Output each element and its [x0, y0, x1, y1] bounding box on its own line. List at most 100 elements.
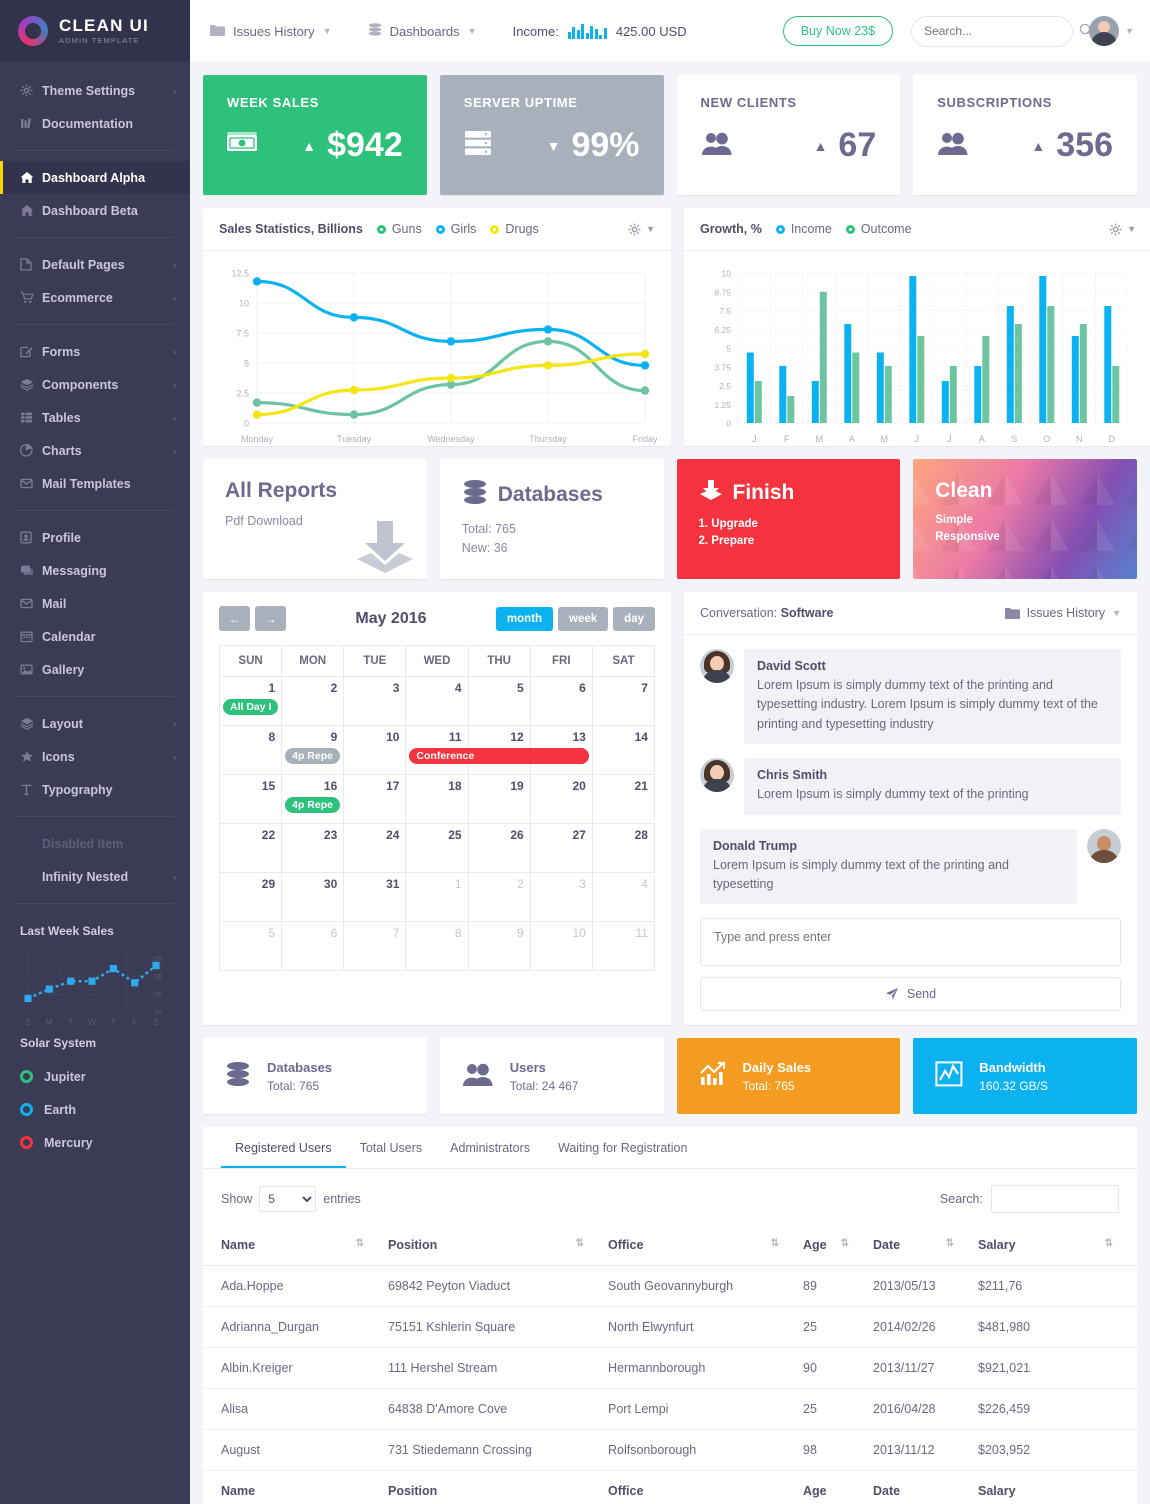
- topbar-issues-history[interactable]: Issues History ▼: [210, 24, 332, 39]
- calendar-day-cell[interactable]: 21: [592, 775, 654, 824]
- legend-item-drugs[interactable]: Drugs: [490, 222, 539, 236]
- calendar-day-cell[interactable]: 15: [220, 775, 283, 824]
- sidebar-item-profile[interactable]: Profile: [0, 521, 190, 554]
- calendar-day-cell[interactable]: 10: [344, 726, 407, 775]
- calendar-day-cell[interactable]: 31: [344, 873, 407, 922]
- column-header-office[interactable]: Office ⇅: [608, 1225, 803, 1267]
- calendar-day-cell[interactable]: 4: [406, 677, 469, 726]
- calendar-day-cell[interactable]: 24: [344, 824, 407, 873]
- sidebar-item-documentation[interactable]: Documentation: [0, 107, 190, 140]
- tile-clean[interactable]: Clean Simple Responsive: [913, 459, 1137, 579]
- sidebar-item-ecommerce[interactable]: Ecommerce ›: [0, 281, 190, 314]
- tab-registered-users[interactable]: Registered Users: [221, 1127, 346, 1169]
- legend-item-guns[interactable]: Guns: [376, 222, 422, 236]
- sidebar-item-components[interactable]: Components ›: [0, 368, 190, 401]
- sidebar-item-messaging[interactable]: Messaging: [0, 554, 190, 587]
- calendar-day-cell[interactable]: 11 Conference: [406, 726, 590, 775]
- calendar-day-cell[interactable]: 8: [220, 726, 283, 775]
- sidebar-item-icons[interactable]: Icons ›: [0, 740, 190, 773]
- calendar-day-cell[interactable]: 3: [530, 873, 593, 922]
- sidebar-item-calendar[interactable]: Calendar: [0, 620, 190, 653]
- calendar-event[interactable]: Conference: [409, 748, 590, 764]
- solar-system-item-earth[interactable]: Earth: [20, 1093, 174, 1126]
- brand-logo[interactable]: CLEAN UI ADMIN TEMPLATE: [0, 0, 190, 62]
- sidebar-item-default-pages[interactable]: Default Pages ›: [0, 248, 190, 281]
- calendar-day-cell[interactable]: 28: [592, 824, 654, 873]
- tile-finish[interactable]: Finish 1. Upgrade 2. Prepare: [676, 459, 901, 579]
- column-header-age[interactable]: Age ⇅: [803, 1225, 873, 1267]
- sidebar-item-theme-settings[interactable]: Theme Settings ›: [0, 74, 190, 107]
- calendar-day-cell[interactable]: 30: [282, 873, 345, 922]
- solar-system-item-jupiter[interactable]: Jupiter: [20, 1060, 174, 1093]
- calendar-day-cell[interactable]: 6: [282, 922, 345, 971]
- stat-card-bandwidth[interactable]: Bandwidth 160.32 GB/S: [913, 1038, 1137, 1115]
- topbar-dashboards[interactable]: Dashboards ▼: [368, 23, 477, 39]
- growth-settings[interactable]: ▼: [1109, 223, 1136, 236]
- calendar-day-cell[interactable]: 14: [592, 726, 654, 775]
- calendar-view-month[interactable]: month: [495, 606, 554, 631]
- sidebar-item-typography[interactable]: Typography: [0, 773, 190, 806]
- calendar-day-cell[interactable]: 11: [592, 922, 654, 971]
- sidebar-item-layout[interactable]: Layout ›: [0, 707, 190, 740]
- column-header-name[interactable]: Name ⇅: [203, 1225, 388, 1267]
- table-row[interactable]: Adrianna_Durgan 75151 Kshlerin Square Nort…: [203, 1306, 1137, 1349]
- calendar-day-cell[interactable]: 19: [468, 775, 531, 824]
- sidebar-item-charts[interactable]: Charts ›: [0, 434, 190, 467]
- tab-total-users[interactable]: Total Users: [346, 1127, 437, 1168]
- calendar-day-cell[interactable]: 1 All Day I: [220, 677, 283, 726]
- column-header-position[interactable]: Position ⇅: [388, 1225, 608, 1267]
- buy-now-button[interactable]: Buy Now 23$: [782, 16, 894, 46]
- calendar-day-cell[interactable]: 27: [530, 824, 593, 873]
- calendar-day-cell[interactable]: 22: [220, 824, 283, 873]
- column-header-date[interactable]: Date ⇅: [873, 1225, 978, 1267]
- calendar-day-cell[interactable]: 2: [468, 873, 531, 922]
- legend-item-outcome[interactable]: Outcome: [845, 222, 912, 236]
- calendar-day-cell[interactable]: 9 4p Repe: [282, 726, 345, 775]
- calendar-day-cell[interactable]: 18: [406, 775, 469, 824]
- calendar-event[interactable]: 4p Repe: [285, 797, 341, 813]
- sidebar-item-forms[interactable]: Forms ›: [0, 335, 190, 368]
- search-input[interactable]: [924, 24, 1080, 38]
- table-row[interactable]: Alisa 64838 D'Amore Cove Port Lempi 25 2016/…: [203, 1388, 1137, 1431]
- search-box[interactable]: [911, 15, 1093, 47]
- stat-card-daily-sales[interactable]: Daily Sales Total: 765: [676, 1038, 901, 1115]
- solar-system-item-mercury[interactable]: Mercury: [20, 1126, 174, 1159]
- stat-card-users[interactable]: Users Total: 24 467: [439, 1038, 664, 1115]
- calendar-next-button[interactable]: →: [255, 606, 286, 631]
- tab-waiting-for-registration[interactable]: Waiting for Registration: [544, 1127, 701, 1168]
- calendar-day-cell[interactable]: 25: [406, 824, 469, 873]
- table-row[interactable]: August 731 Stiedemann Crossing Rolfsonboro…: [203, 1429, 1137, 1472]
- calendar-view-day[interactable]: day: [613, 606, 655, 631]
- calendar-day-cell[interactable]: 16 4p Repe: [282, 775, 345, 824]
- message-input[interactable]: [700, 918, 1121, 967]
- calendar-day-cell[interactable]: 7: [592, 677, 654, 726]
- tile-databases[interactable]: Databases Total: 765 New: 36: [439, 459, 664, 579]
- table-search-input[interactable]: [991, 1185, 1119, 1214]
- sidebar-item-infinity-nested[interactable]: Infinity Nested ›: [0, 860, 190, 893]
- legend-item-girls[interactable]: Girls: [435, 222, 476, 236]
- calendar-day-cell[interactable]: 3: [344, 677, 407, 726]
- table-row[interactable]: Albin.Kreiger 111 Hershel Stream Hermannbo…: [203, 1347, 1137, 1390]
- calendar-day-cell[interactable]: 8: [406, 922, 469, 971]
- stat-card-databases[interactable]: Databases Total: 765: [203, 1038, 427, 1115]
- sidebar-item-dashboard-beta[interactable]: Dashboard Beta: [0, 194, 190, 227]
- calendar-day-cell[interactable]: 4: [592, 873, 654, 922]
- calendar-day-cell[interactable]: 7: [344, 922, 407, 971]
- sidebar-item-mail[interactable]: Mail: [0, 587, 190, 620]
- sales-statistics-settings[interactable]: ▼: [628, 223, 655, 236]
- calendar-day-cell[interactable]: 1: [406, 873, 469, 922]
- calendar-day-cell[interactable]: 6: [530, 677, 593, 726]
- legend-item-income[interactable]: Income: [775, 222, 832, 236]
- user-menu[interactable]: ▼: [1089, 16, 1134, 46]
- table-row[interactable]: Ada.Hoppe 69842 Peyton Viaduct South Geova…: [203, 1265, 1137, 1308]
- calendar-event[interactable]: 4p Repe: [285, 748, 341, 764]
- sidebar-item-mail-templates[interactable]: Mail Templates: [0, 467, 190, 500]
- calendar-day-cell[interactable]: 10: [530, 922, 593, 971]
- calendar-prev-button[interactable]: ←: [219, 606, 250, 631]
- calendar-day-cell[interactable]: 26: [468, 824, 531, 873]
- calendar-day-cell[interactable]: 5: [220, 922, 283, 971]
- sidebar-item-gallery[interactable]: Gallery: [0, 653, 190, 686]
- calendar-day-cell[interactable]: 17: [344, 775, 407, 824]
- calendar-day-cell[interactable]: 9: [468, 922, 531, 971]
- calendar-event[interactable]: All Day I: [223, 699, 279, 715]
